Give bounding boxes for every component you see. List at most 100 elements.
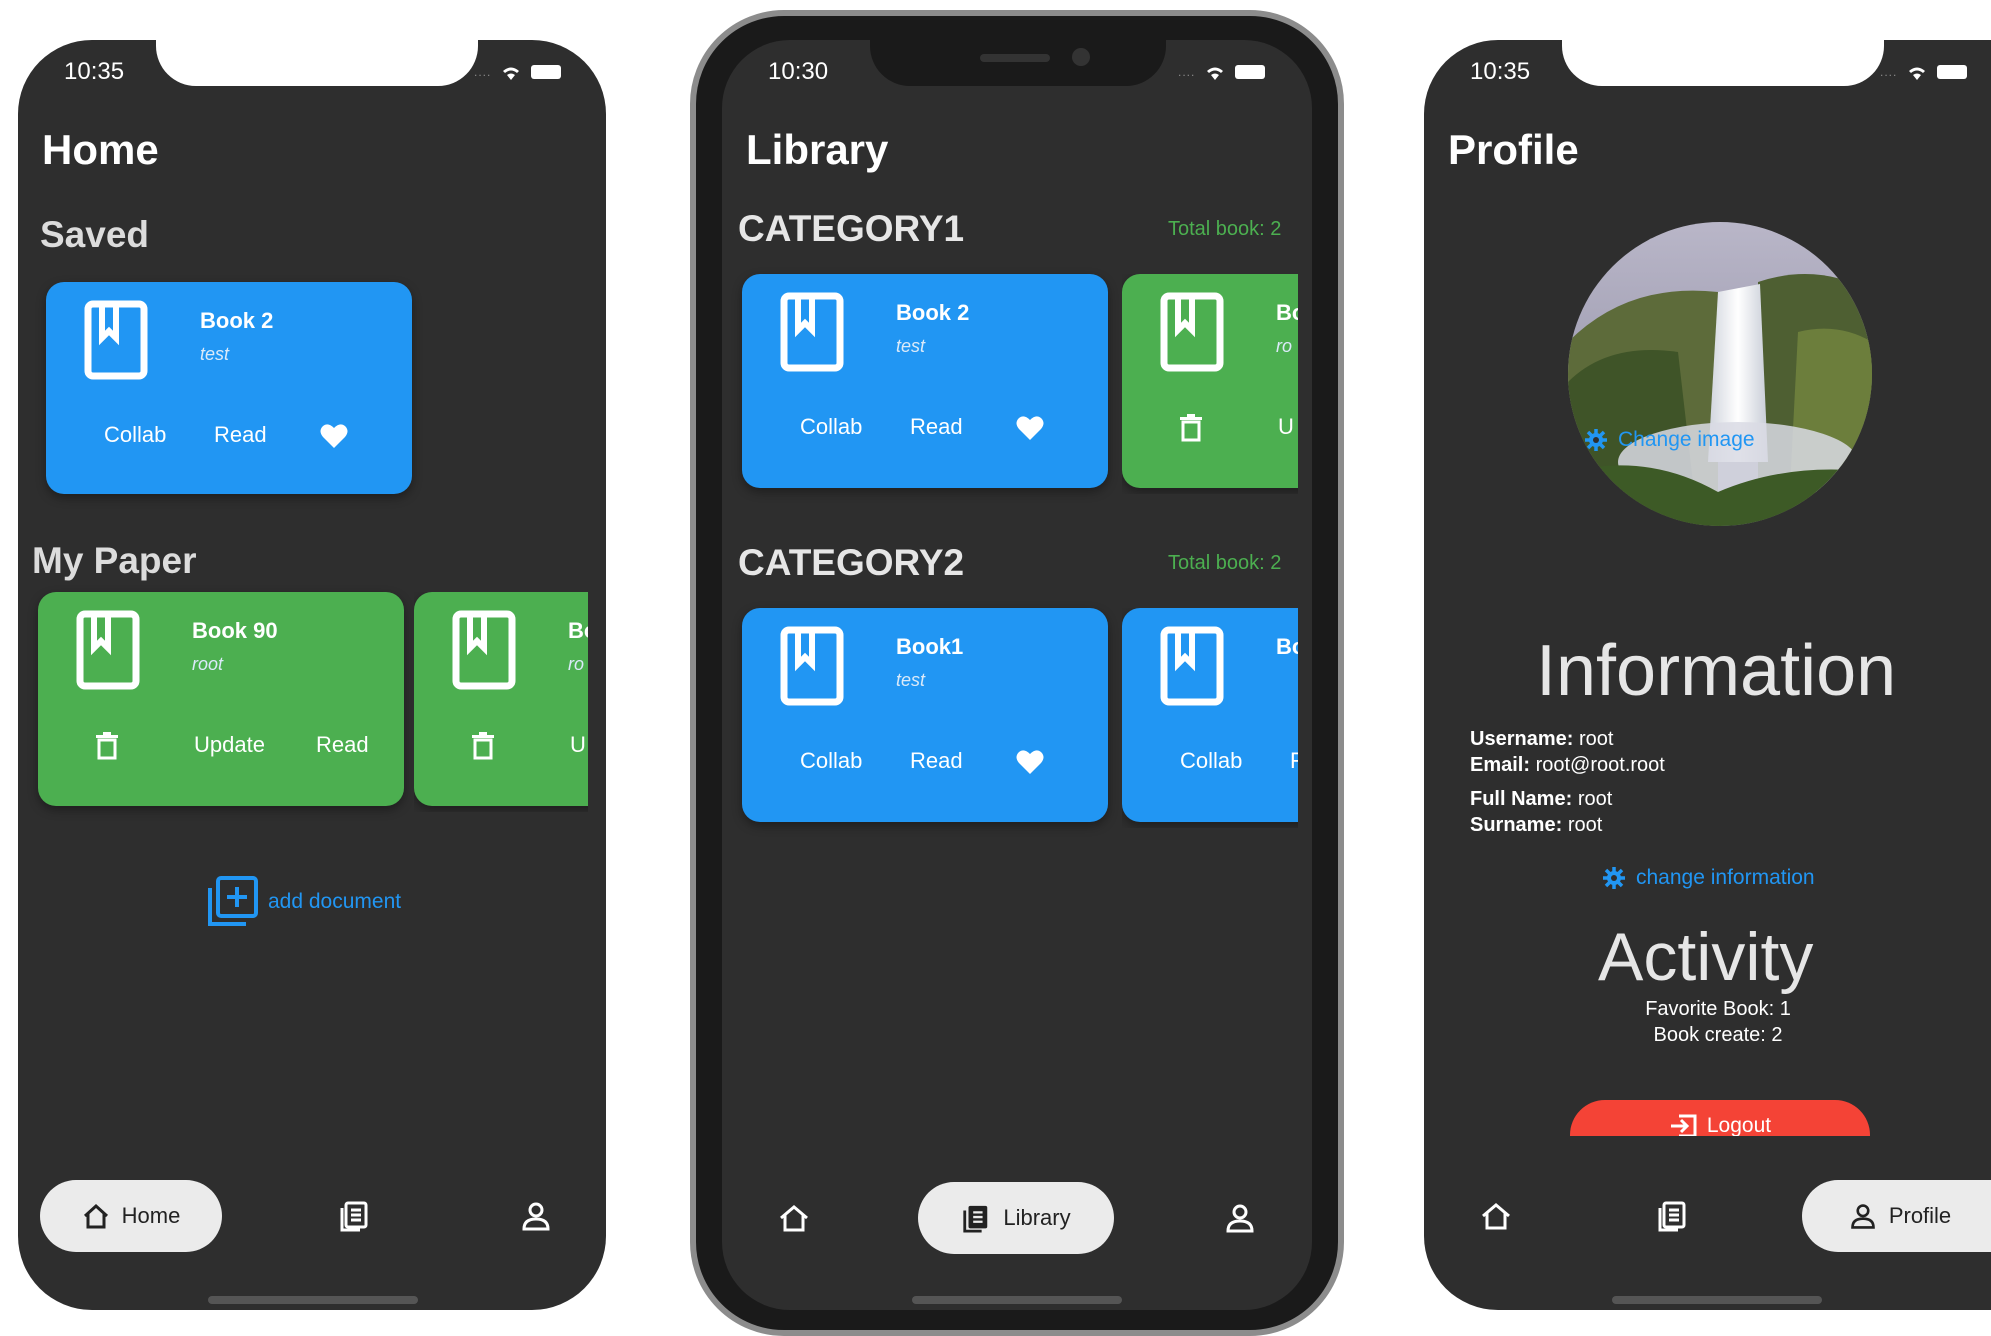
surname-value: root xyxy=(1567,814,1603,836)
trash-icon[interactable] xyxy=(96,732,118,760)
collab-button[interactable]: Collab xyxy=(800,414,862,440)
favorite-book-count: Favorite Book: 1 xyxy=(1645,998,1791,1020)
read-button[interactable]: Read xyxy=(316,732,369,758)
status-time: 10:30 xyxy=(768,58,829,85)
email-value: root@root.root xyxy=(1535,754,1665,776)
status-icons: .... xyxy=(474,62,562,82)
total-book-count: Total book: 2 xyxy=(1168,218,1282,240)
saved-book-card[interactable]: Book 2 test Collab Read xyxy=(46,282,412,494)
nav-library-tab[interactable]: Library xyxy=(918,1182,1114,1254)
card-title: Book1 xyxy=(896,634,964,659)
paper-book-card[interactable]: Book 90 root Update Read xyxy=(38,592,404,806)
card-scroller-clip: Bo ro U xyxy=(1122,274,1298,494)
nav-profile-label: Profile xyxy=(1888,1203,1952,1228)
collab-button[interactable]: Collab xyxy=(800,748,862,774)
library-book-card[interactable]: Bo Collab F xyxy=(1122,608,1298,822)
library-icon[interactable] xyxy=(1656,1200,1688,1232)
profile-icon[interactable] xyxy=(520,1200,552,1232)
signal-icon: .... xyxy=(1178,65,1196,79)
page-title: Profile xyxy=(1448,126,1579,173)
change-information-button[interactable]: change information xyxy=(1602,866,1815,890)
username-value: root xyxy=(1578,728,1614,750)
home-icon[interactable] xyxy=(778,1202,810,1234)
card-title: Bo xyxy=(1276,634,1298,659)
card-subtitle: ro xyxy=(568,654,585,674)
read-button[interactable]: Read xyxy=(910,748,963,774)
battery-icon xyxy=(1937,65,1968,79)
profile-icon xyxy=(1850,1204,1875,1229)
home-screen: 10:35 .... Home Saved Book 2 test Collab… xyxy=(18,40,606,1310)
trash-icon[interactable] xyxy=(1180,414,1202,442)
card-scroller-clip: Bo ro U xyxy=(414,592,588,812)
library-icon[interactable] xyxy=(338,1200,370,1232)
status-time: 10:35 xyxy=(64,58,125,85)
card-subtitle: test xyxy=(896,670,926,690)
battery-icon xyxy=(1235,65,1266,79)
wifi-icon xyxy=(1909,67,1926,80)
trash-icon[interactable] xyxy=(472,732,494,760)
page-title: Library xyxy=(746,126,889,173)
read-button[interactable]: Read xyxy=(214,422,267,448)
card-title: Book 2 xyxy=(896,300,970,325)
nav-home-tab[interactable]: Home xyxy=(40,1180,222,1252)
heart-icon[interactable] xyxy=(320,423,348,449)
update-button[interactable]: U xyxy=(570,732,586,758)
library-book-card[interactable]: Bo ro U xyxy=(1122,274,1298,488)
wifi-icon xyxy=(503,67,520,80)
update-button[interactable]: Update xyxy=(194,732,265,758)
card-title: Book 90 xyxy=(192,618,278,643)
collab-button[interactable]: Collab xyxy=(104,422,166,448)
status-time: 10:35 xyxy=(1470,58,1531,85)
add-document-icon xyxy=(208,876,258,926)
read-button[interactable]: Read xyxy=(910,414,963,440)
change-image-label: Change image xyxy=(1618,428,1755,451)
book-icon xyxy=(452,610,516,690)
add-document-button[interactable]: add document xyxy=(206,876,401,928)
book-create-count: Book create: 2 xyxy=(1653,1024,1783,1046)
book-icon xyxy=(780,626,844,706)
logout-button[interactable]: Logout xyxy=(1570,1100,1870,1136)
book-icon xyxy=(76,610,140,690)
fullname-row: Full Name: root xyxy=(1470,788,1612,811)
logout-icon xyxy=(1670,1114,1697,1136)
read-button[interactable]: F xyxy=(1290,748,1298,774)
card-subtitle: root xyxy=(192,654,224,674)
card-subtitle: ro xyxy=(1276,336,1293,356)
username-row: Username: root xyxy=(1470,728,1613,751)
email-label: Email: xyxy=(1470,754,1531,776)
profile-screen: 10:35 .... Profile Change image Informat… xyxy=(1424,40,1991,1310)
library-book-card[interactable]: Book1 test Collab Read xyxy=(742,608,1108,822)
gear-icon xyxy=(1603,867,1625,889)
change-information-label: change information xyxy=(1636,866,1815,889)
email-row: Email: root@root.root xyxy=(1470,754,1665,777)
status-icons: .... xyxy=(1178,62,1266,82)
nav-home-label: Home xyxy=(121,1203,181,1228)
change-image-button[interactable]: Change image xyxy=(1584,428,1755,452)
nav-library-label: Library xyxy=(1003,1205,1071,1230)
my-paper-heading: My Paper xyxy=(32,540,197,581)
library-book-card[interactable]: Book 2 test Collab Read xyxy=(742,274,1108,488)
paper-book-card[interactable]: Bo ro U xyxy=(414,592,588,806)
card-title: Bo xyxy=(568,618,588,643)
card-scroller-clip: Bo Collab F xyxy=(1122,608,1298,828)
logout-label: Logout xyxy=(1706,1114,1772,1136)
front-camera xyxy=(1072,48,1090,66)
wifi-icon xyxy=(1207,67,1224,80)
home-icon[interactable] xyxy=(1480,1200,1512,1232)
profile-icon[interactable] xyxy=(1224,1202,1256,1234)
saved-heading: Saved xyxy=(40,214,150,255)
collab-button[interactable]: Collab xyxy=(1180,748,1242,774)
logout-clip: Logout xyxy=(1570,1100,1870,1136)
nav-profile-tab[interactable]: Profile xyxy=(1802,1180,1991,1252)
fullname-value: root xyxy=(1577,788,1613,810)
card-title: Bo xyxy=(1276,300,1298,325)
speaker-grille xyxy=(980,54,1050,62)
card-subtitle: test xyxy=(896,336,926,356)
heart-icon[interactable] xyxy=(1016,415,1044,441)
profile-avatar[interactable] xyxy=(1568,222,1872,526)
username-label: Username: xyxy=(1470,728,1574,750)
information-heading: Information xyxy=(1536,631,1897,711)
book-icon xyxy=(780,292,844,372)
heart-icon[interactable] xyxy=(1016,749,1044,775)
update-button[interactable]: U xyxy=(1278,414,1294,440)
